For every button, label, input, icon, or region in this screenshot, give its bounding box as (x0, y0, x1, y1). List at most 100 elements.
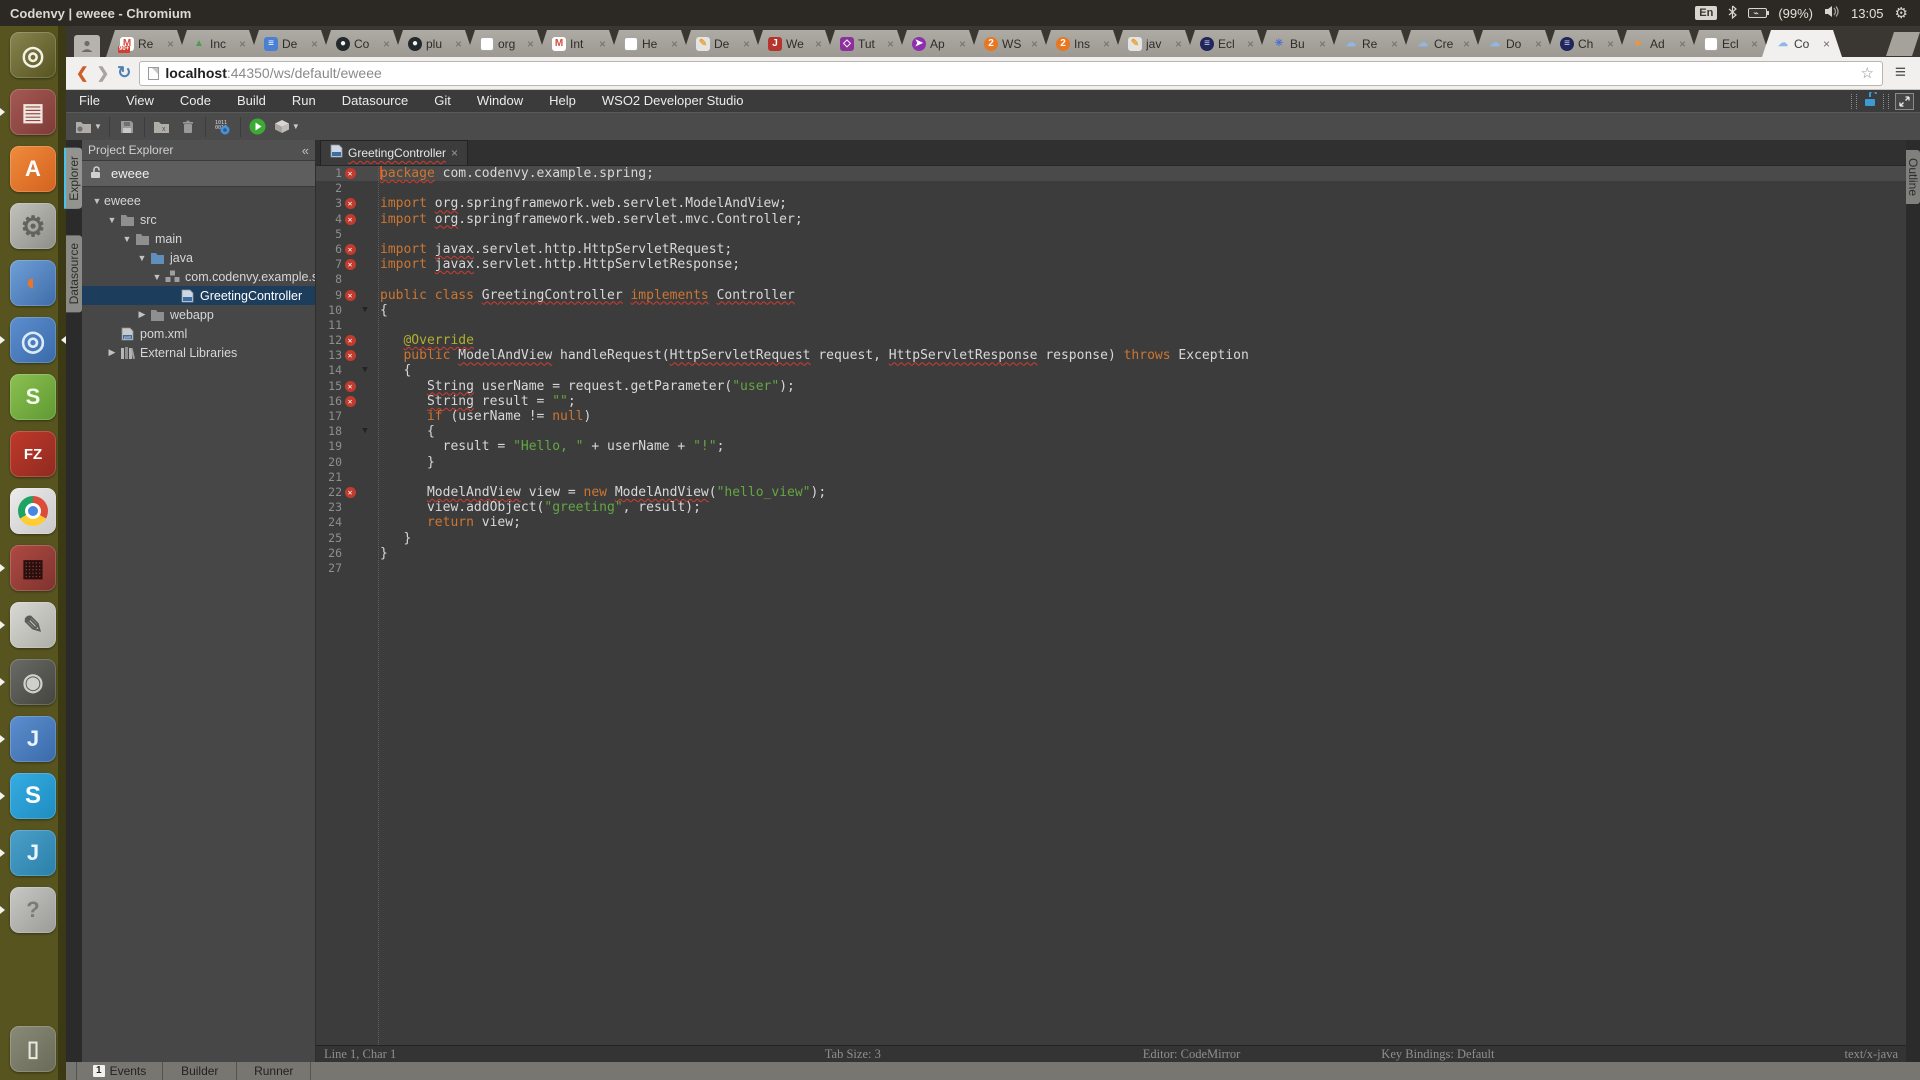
tree-item-java[interactable]: ▼java (82, 248, 315, 267)
new-tab-button[interactable] (1886, 32, 1920, 56)
keyboard-indicator[interactable]: En (1695, 6, 1717, 20)
launcher-swirl-app-icon[interactable]: ◐ (10, 260, 56, 306)
battery-icon[interactable]: ⌁ (1748, 8, 1767, 18)
launcher-chrome-icon[interactable] (10, 488, 56, 534)
tree-item-greetingcontroller[interactable]: GreetingController (82, 286, 315, 305)
browser-tab[interactable]: 2WS× (970, 30, 1050, 57)
fold-toggle-icon[interactable]: ▼ (358, 424, 372, 439)
clock[interactable]: 13:05 (1851, 6, 1884, 21)
browser-tab[interactable]: ✎De× (682, 30, 762, 57)
drag-handle[interactable] (1851, 94, 1857, 109)
tab-close-icon[interactable]: × (743, 39, 750, 49)
bluetooth-icon[interactable] (1728, 5, 1737, 22)
browser-tab[interactable]: ◇Tut× (826, 30, 906, 57)
tree-expander-icon[interactable]: ▶ (105, 347, 119, 358)
launcher-terminator-icon[interactable]: ▦ (10, 545, 56, 591)
save-button[interactable] (114, 115, 140, 139)
tree-item-webapp[interactable]: ▶webapp (82, 305, 315, 324)
tab-close-icon[interactable]: × (1103, 39, 1110, 49)
tree-item-src[interactable]: ▼src (82, 210, 315, 229)
tree-expander-icon[interactable]: ▼ (135, 253, 149, 263)
browser-tab[interactable]: MInt× (538, 30, 618, 57)
tab-close-icon[interactable]: × (959, 39, 966, 49)
project-row[interactable]: eweee (82, 161, 315, 187)
browser-tab[interactable]: ☁Co× (1762, 30, 1842, 57)
editor-tab-close-icon[interactable]: × (451, 146, 458, 160)
launcher-filezilla-icon[interactable]: FZ (10, 431, 56, 477)
panel-tab-events[interactable]: 1Events (76, 1062, 163, 1080)
unlock-icon[interactable] (1863, 92, 1877, 110)
session-gear-icon[interactable]: ⚙ (1895, 4, 1908, 22)
error-icon[interactable]: ✕ (345, 198, 356, 209)
forward-button[interactable]: ❯ (97, 64, 110, 82)
tab-outline[interactable]: Outline (1906, 150, 1920, 204)
launcher-skype-icon[interactable]: S (10, 773, 56, 819)
delete-button[interactable] (175, 115, 201, 139)
error-icon[interactable]: ✕ (345, 214, 356, 225)
fullscreen-toggle-icon[interactable] (1895, 93, 1914, 110)
error-icon[interactable]: ✕ (345, 487, 356, 498)
tab-close-icon[interactable]: × (1319, 39, 1326, 49)
browser-tab[interactable]: M90+Re× (106, 30, 186, 57)
browser-tab[interactable]: ●plu× (394, 30, 474, 57)
profile-button[interactable] (74, 35, 100, 57)
volume-icon[interactable] (1824, 5, 1840, 21)
browser-tab[interactable]: JWe× (754, 30, 834, 57)
tab-close-icon[interactable]: × (815, 39, 822, 49)
tab-close-icon[interactable]: × (887, 39, 894, 49)
drag-handle[interactable] (1883, 94, 1889, 109)
launcher-files-icon[interactable]: ▤ (10, 89, 56, 135)
tab-close-icon[interactable]: × (1751, 39, 1758, 49)
error-icon[interactable]: ✕ (345, 396, 356, 407)
launcher-media-player-icon[interactable]: ◉ (10, 659, 56, 705)
tab-close-icon[interactable]: × (311, 39, 318, 49)
tree-expander-icon[interactable]: ▼ (90, 196, 104, 206)
tree-item-eweee[interactable]: ▼eweee (82, 191, 315, 210)
collapse-panel-button[interactable]: « (302, 143, 309, 158)
error-icon[interactable]: ✕ (345, 335, 356, 346)
menu-wso2-developer-studio[interactable]: WSO2 Developer Studio (589, 90, 757, 112)
menu-help[interactable]: Help (536, 90, 589, 112)
launcher-chromium-icon[interactable]: ◎ (10, 317, 56, 363)
tree-expander-icon[interactable]: ▼ (120, 234, 134, 244)
tab-close-icon[interactable]: × (1175, 39, 1182, 49)
panel-tab-builder[interactable]: Builder (163, 1062, 237, 1080)
browser-tab[interactable]: ✎jav× (1114, 30, 1194, 57)
browser-tab[interactable]: Ecl× (1690, 30, 1770, 57)
build-button[interactable]: 10110010 (210, 115, 236, 139)
browser-tab[interactable]: ≡Ecl× (1186, 30, 1266, 57)
address-bar[interactable]: localhost:44350/ws/default/eweee ☆ (139, 61, 1883, 86)
tree-expander-icon[interactable]: ▶ (135, 309, 149, 320)
browser-tab[interactable]: ►Ad× (1618, 30, 1698, 57)
browser-tab[interactable]: ≡De× (250, 30, 330, 57)
error-icon[interactable]: ✕ (345, 168, 356, 179)
launcher-trash-icon[interactable]: ▯ (10, 1026, 56, 1072)
tab-close-icon[interactable]: × (1031, 39, 1038, 49)
tab-close-icon[interactable]: × (1391, 39, 1398, 49)
browser-tab[interactable]: He× (610, 30, 690, 57)
error-icon[interactable]: ✕ (345, 381, 356, 392)
run-button[interactable] (245, 115, 271, 139)
tab-close-icon[interactable]: × (527, 39, 534, 49)
tab-close-icon[interactable]: × (1463, 39, 1470, 49)
launcher-help-icon[interactable]: ? (10, 887, 56, 933)
fold-toggle-icon[interactable]: ▼ (358, 363, 372, 378)
launcher-dash-icon[interactable]: ◎ (10, 32, 56, 78)
menu-view[interactable]: View (113, 90, 167, 112)
tab-close-icon[interactable]: × (455, 39, 462, 49)
tab-close-icon[interactable]: × (239, 39, 246, 49)
editor-tab-greetingcontroller[interactable]: GreetingController × (320, 140, 468, 165)
tab-close-icon[interactable]: × (167, 39, 174, 49)
bookmark-star-icon[interactable]: ☆ (1860, 64, 1873, 82)
browser-menu-button[interactable]: ≡ (1891, 62, 1910, 84)
browser-tab[interactable]: ☁Do× (1474, 30, 1554, 57)
menu-window[interactable]: Window (464, 90, 536, 112)
error-icon[interactable]: ✕ (345, 244, 356, 255)
new-project-button[interactable]: ▼ (72, 115, 105, 139)
menu-datasource[interactable]: Datasource (329, 90, 421, 112)
tab-explorer[interactable]: Explorer (66, 148, 82, 209)
tab-close-icon[interactable]: × (1823, 39, 1830, 49)
tab-close-icon[interactable]: × (1247, 39, 1254, 49)
error-icon[interactable]: ✕ (345, 290, 356, 301)
tree-item-com-codenvy-example-sp[interactable]: ▼com.codenvy.example.sp (82, 267, 315, 286)
